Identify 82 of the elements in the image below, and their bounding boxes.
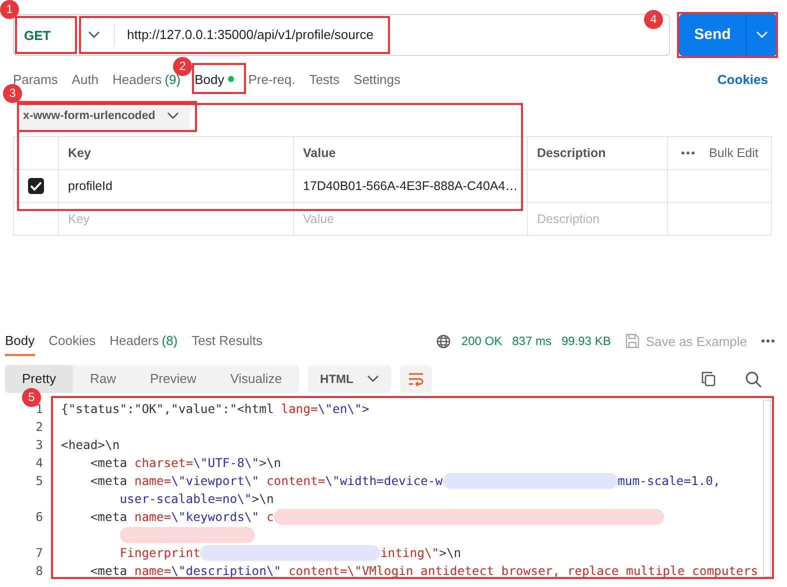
code-text: <meta (89, 509, 128, 526)
code-text: inting\" (380, 545, 440, 562)
url-field[interactable]: http://127.0.0.1:35000/api/v1/profile/source (114, 24, 374, 46)
code-text: > (362, 401, 370, 418)
cookies-link[interactable]: Cookies (717, 72, 768, 86)
code-text: user-scalable=no\" (118, 491, 252, 508)
highlight-box (192, 63, 246, 94)
request-tab[interactable]: Params (13, 72, 58, 86)
step-badge: 4 (644, 10, 663, 29)
scrollbar[interactable] (763, 400, 771, 577)
table-cell: profileId (68, 179, 112, 193)
step-badge: 3 (3, 84, 22, 103)
code-text: \"UTF-8\" (193, 455, 260, 472)
line-number: 2 (34, 419, 44, 436)
code-text: content= (287, 563, 348, 580)
chevron-down-icon[interactable] (88, 31, 100, 39)
line-number: 6 (34, 509, 44, 526)
code-text: mum-scale=1.0, (618, 473, 720, 490)
code-text: \"viewport\" (171, 473, 260, 490)
line-number: 8 (34, 563, 44, 580)
code-text: c (265, 509, 274, 526)
code-text: charset= (134, 455, 194, 472)
request-tab[interactable]: Tests (309, 72, 340, 86)
code-text: Fingerprint (118, 545, 200, 562)
code-text: \"en\" (318, 401, 362, 418)
line-number: 4 (34, 455, 44, 472)
bulk-edit-button[interactable]: Bulk Edit (709, 146, 758, 160)
wrap-lines-icon (408, 372, 424, 386)
request-tab[interactable]: Settings (354, 72, 401, 86)
code-text: >\n (259, 455, 282, 472)
column-header: Value (303, 146, 336, 160)
code-text: \"VMlogin antidetect browser, replace multiple computers (347, 563, 758, 580)
step-badge: 2 (173, 57, 192, 76)
code-text: <meta (89, 563, 128, 580)
view-tab[interactable]: Raw (72, 365, 133, 393)
request-tab[interactable]: Auth (72, 72, 99, 86)
highlight-box (15, 16, 77, 54)
view-tab[interactable]: Pretty (5, 365, 73, 393)
code-text: \"description\" (171, 563, 282, 580)
response-tab[interactable]: Headers (8) (110, 330, 178, 356)
search-icon[interactable] (745, 370, 762, 388)
chevron-down-icon (167, 112, 180, 120)
code-text: >\n (252, 491, 274, 508)
format-select[interactable]: HTML (308, 365, 392, 393)
line-number: 7 (34, 545, 44, 562)
response-tab[interactable]: Test Results (192, 330, 262, 356)
status-code[interactable]: 200 OK (461, 334, 502, 348)
view-tab[interactable]: Visualize (213, 365, 300, 393)
code-text: {"status":"OK","value":"<html (61, 401, 275, 418)
code-text: <meta (89, 455, 128, 472)
code-text: <meta (89, 473, 128, 490)
code-text: \"width=device-w (325, 473, 443, 490)
checkbox[interactable] (28, 178, 44, 194)
column-header: Key (68, 146, 91, 160)
code-text: \"keywords\" (171, 509, 260, 526)
code-text: content= (265, 473, 326, 490)
table-cell: 17D40B01-566A-4E3F-888A-C40A4… (303, 179, 518, 193)
code-text: <head>\n (61, 437, 120, 454)
response-tab[interactable]: Cookies (48, 330, 96, 356)
step-badge: 1 (0, 0, 19, 19)
column-header: Description (537, 146, 606, 160)
response-time[interactable]: 837 ms (512, 334, 552, 348)
line-number: 3 (34, 437, 44, 454)
wrap-lines-button[interactable] (400, 365, 432, 393)
code-text: name= (134, 563, 172, 580)
response-size[interactable]: 99.93 KB (561, 334, 611, 348)
code-text: >\n (439, 545, 462, 562)
send-button[interactable]: Send (679, 14, 777, 56)
request-tab[interactable]: Pre-req. (248, 72, 296, 86)
request-tab[interactable]: Body (194, 72, 234, 86)
code-text: name= (134, 509, 172, 526)
line-number: 5 (34, 473, 44, 490)
globe-icon (436, 334, 452, 348)
more-icon[interactable] (681, 151, 695, 155)
code-text: lang= (281, 401, 318, 418)
more-icon[interactable] (761, 339, 775, 343)
view-tab[interactable]: Preview (132, 365, 214, 393)
copy-icon[interactable] (701, 371, 716, 387)
response-tab[interactable]: Body (5, 330, 35, 356)
chevron-down-icon (367, 375, 380, 383)
code-text: name= (134, 473, 172, 490)
method-select[interactable]: GET (14, 28, 80, 42)
